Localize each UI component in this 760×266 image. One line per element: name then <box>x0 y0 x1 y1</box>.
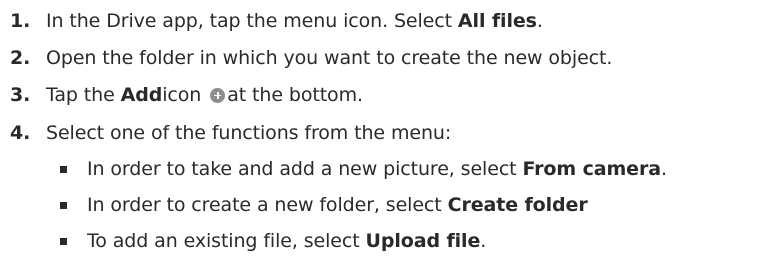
step-number: 4. <box>10 122 31 144</box>
step-text-middle: icon <box>162 84 202 106</box>
bullet-icon <box>60 237 67 245</box>
ui-term-upload-file: Upload file <box>365 230 481 252</box>
instructions-document: 1. In the Drive app, tap the menu icon. … <box>0 0 760 266</box>
ui-term-from-camera: From camera <box>522 158 661 180</box>
step-2: 2. Open the folder in which you want to … <box>0 43 612 73</box>
substep-create-folder: In order to create a new folder, select … <box>52 190 588 220</box>
add-circle-icon <box>210 87 226 103</box>
substep-upload-file: To add an existing file, select Upload f… <box>52 226 486 256</box>
step-text: In the Drive app, tap the menu icon. Sel… <box>46 10 452 32</box>
step-4: 4. Select one of the functions from the … <box>0 118 451 148</box>
step-text: Open the folder in which you want to cre… <box>46 47 613 69</box>
step-text: Select one of the functions from the men… <box>46 122 452 144</box>
step-number: 1. <box>10 10 31 32</box>
step-text-end: . <box>536 10 543 32</box>
substep-text-end: . <box>660 158 667 180</box>
substep-text: In order to create a new folder, select <box>87 194 442 216</box>
ui-term-all-files: All files <box>457 10 537 32</box>
step-text-end: at the bottom. <box>227 84 363 106</box>
ui-term-create-folder: Create folder <box>447 194 588 216</box>
substep-text-end: . <box>480 230 487 252</box>
step-number: 2. <box>10 47 31 69</box>
ui-term-add: Add <box>120 84 163 106</box>
step-number: 3. <box>10 84 31 106</box>
bullet-icon <box>60 165 67 173</box>
step-text: Tap the <box>46 84 115 106</box>
bullet-icon <box>60 201 67 209</box>
substep-text: To add an existing file, select <box>87 230 360 252</box>
substep-from-camera: In order to take and add a new picture, … <box>52 154 667 184</box>
substep-text: In order to take and add a new picture, … <box>87 158 517 180</box>
step-1: 1. In the Drive app, tap the menu icon. … <box>0 6 543 36</box>
step-3: 3. Tap the Add icon at the bottom. <box>0 80 363 110</box>
